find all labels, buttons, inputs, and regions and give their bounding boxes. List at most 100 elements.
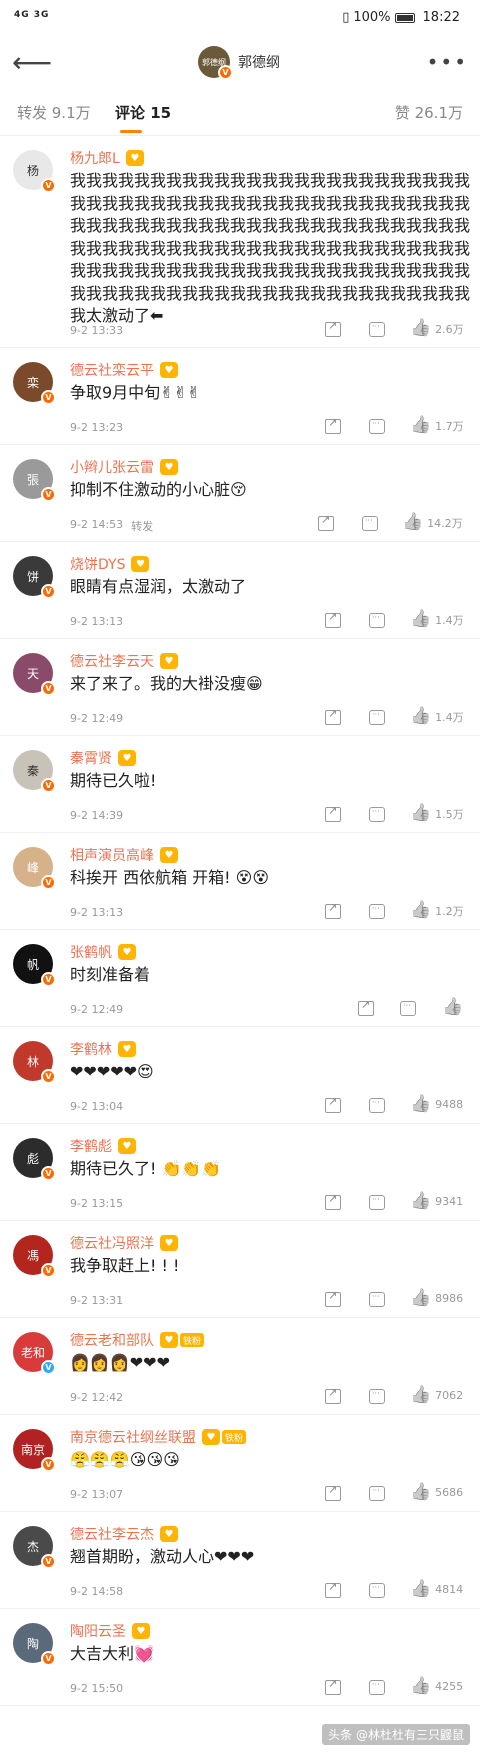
comment-item[interactable]: 陶V 陶阳云圣 ♥ 大吉大利💓 9-2 15:50 👍4255 bbox=[0, 1609, 480, 1706]
like-button[interactable]: 👍 1.7万 bbox=[410, 417, 464, 434]
avatar[interactable]: 張V bbox=[13, 459, 56, 502]
tab-comment[interactable]: 评论 15 bbox=[115, 102, 171, 123]
comment-item[interactable]: 秦V 秦霄贤 ♥ 期待已久啦! 9-2 14:39 👍1.5万 bbox=[0, 736, 480, 833]
comment-author[interactable]: 陶阳云圣 bbox=[70, 1621, 126, 1641]
avatar[interactable]: 馮V bbox=[13, 1235, 56, 1278]
avatar[interactable]: 栾V bbox=[13, 362, 56, 405]
like-button[interactable]: 👍 8986 bbox=[410, 1290, 463, 1307]
share-button[interactable] bbox=[325, 707, 341, 725]
comment-item[interactable]: 栾V 德云社栾云平 ♥ 争取9月中旬✌✌✌ 9-2 13:23 👍1.7万 bbox=[0, 348, 480, 445]
comment-author[interactable]: 秦霄贤 bbox=[70, 748, 112, 768]
more-icon[interactable]: ••• bbox=[427, 50, 468, 74]
back-arrow-icon[interactable]: ⟵ bbox=[12, 46, 52, 80]
comment-author[interactable]: 张鹤帆 bbox=[70, 942, 112, 962]
avatar[interactable]: 彪V bbox=[13, 1138, 56, 1181]
comment-item[interactable]: 帆V 张鹤帆 ♥ 时刻准备着 9-2 12:49 👍 bbox=[0, 930, 480, 1027]
share-button[interactable] bbox=[325, 319, 341, 337]
reply-button[interactable] bbox=[369, 1098, 385, 1113]
share-button[interactable] bbox=[358, 998, 374, 1016]
reply-button[interactable] bbox=[400, 1001, 416, 1016]
reply-button[interactable] bbox=[369, 807, 385, 822]
avatar[interactable]: 陶V bbox=[13, 1623, 56, 1666]
avatar[interactable]: 郭德纲 V bbox=[198, 46, 233, 80]
share-button[interactable] bbox=[325, 804, 341, 822]
comment-item[interactable]: 峰V 相声演员高峰 ♥ 科挨开 西依航箱 开箱! 😵😵 9-2 13:13 👍1.2万 bbox=[0, 833, 480, 930]
reply-button[interactable] bbox=[369, 613, 385, 628]
avatar[interactable]: 天V bbox=[13, 653, 56, 696]
like-button[interactable]: 👍 9341 bbox=[410, 1193, 463, 1210]
like-button[interactable]: 👍 5686 bbox=[410, 1484, 463, 1501]
repost-label[interactable]: 转发 bbox=[131, 518, 153, 534]
reply-button[interactable] bbox=[369, 1389, 385, 1404]
like-button[interactable]: 👍 9488 bbox=[410, 1096, 463, 1113]
share-button[interactable] bbox=[325, 1580, 341, 1598]
share-button[interactable] bbox=[325, 1386, 341, 1404]
comment-item[interactable]: 林V 李鹤林 ♥ ❤❤❤❤❤😍 9-2 13:04 👍9488 bbox=[0, 1027, 480, 1124]
reply-button[interactable] bbox=[369, 710, 385, 725]
comment-author[interactable]: 小辫儿张云雷 bbox=[70, 457, 154, 477]
comment-author[interactable]: 德云社冯照洋 bbox=[70, 1233, 154, 1253]
comment-author[interactable]: 德云老和部队 bbox=[70, 1330, 154, 1350]
like-button[interactable]: 👍 1.2万 bbox=[410, 902, 464, 919]
avatar[interactable]: 杨V bbox=[13, 150, 56, 193]
comment-icon bbox=[369, 1583, 385, 1598]
comment-author[interactable]: 杨九郎L bbox=[70, 148, 120, 168]
tab-like[interactable]: 赞 26.1万 bbox=[395, 102, 463, 123]
comment-author[interactable]: 南京德云社纲丝联盟 bbox=[70, 1427, 196, 1447]
comment-item[interactable]: 杨 V 杨九郎L ♥ 我我我我我我我我我我我我我我我我我我我我我我我我我我我我我我我我我… bbox=[0, 136, 480, 348]
comment-author[interactable]: 德云社李云天 bbox=[70, 651, 154, 671]
comment-item[interactable]: 張V 小辫儿张云雷 ♥ 抑制不住激动的小心脏😚 9-2 14:53 转发 👍14.2万 bbox=[0, 445, 480, 542]
tab-repost[interactable]: 转发 9.1万 bbox=[17, 102, 91, 123]
reply-button[interactable] bbox=[369, 1292, 385, 1307]
share-button[interactable] bbox=[325, 416, 341, 434]
like-button[interactable]: 👍 7062 bbox=[410, 1387, 463, 1404]
share-button[interactable] bbox=[325, 1095, 341, 1113]
comment-item[interactable]: 南京V 南京德云社纲丝联盟 ♥铁粉 😤😤😤😘😘😘 9-2 13:07 👍5686 bbox=[0, 1415, 480, 1512]
comment-item[interactable]: 天V 德云社李云天 ♥ 来了来了。我的大褂没瘦😁 9-2 12:49 👍1.4万 bbox=[0, 639, 480, 736]
reply-button[interactable] bbox=[369, 904, 385, 919]
share-button[interactable] bbox=[325, 610, 341, 628]
avatar[interactable]: 帆V bbox=[13, 944, 56, 987]
share-button[interactable] bbox=[325, 1677, 341, 1695]
like-button[interactable]: 👍 1.5万 bbox=[410, 805, 464, 822]
comment-author[interactable]: 德云社李云杰 bbox=[70, 1524, 154, 1544]
like-button[interactable]: 👍 4255 bbox=[410, 1678, 463, 1695]
like-button[interactable]: 👍 1.4万 bbox=[410, 708, 464, 725]
comment-item[interactable]: 饼V 烧饼DYS ♥ 眼睛有点湿润，太激动了 9-2 13:13 👍1.4万 bbox=[0, 542, 480, 639]
comment-item[interactable]: 馮V 德云社冯照洋 ♥ 我争取赶上! ! ! 9-2 13:31 👍8986 bbox=[0, 1221, 480, 1318]
avatar[interactable]: 秦V bbox=[13, 750, 56, 793]
like-button[interactable]: 👍 4814 bbox=[410, 1581, 463, 1598]
comment-item[interactable]: 杰V 德云社李云杰 ♥ 翘首期盼，激动人心❤❤❤ 9-2 14:58 👍4814 bbox=[0, 1512, 480, 1609]
avatar[interactable]: 老和 V bbox=[13, 1332, 56, 1375]
like-button[interactable]: 👍 bbox=[442, 999, 463, 1016]
comment-item[interactable]: 老和V 德云老和部队 ♥铁粉 👩👩👩❤❤❤ 9-2 12:42 👍7062 bbox=[0, 1318, 480, 1415]
reply-button[interactable] bbox=[369, 1583, 385, 1598]
comment-item[interactable]: 彪V 李鹤彪 ♥ 期待已久了! 👏👏👏 9-2 13:15 👍9341 bbox=[0, 1124, 480, 1221]
comment-author[interactable]: 相声演员高峰 bbox=[70, 845, 154, 865]
reply-button[interactable] bbox=[369, 1195, 385, 1210]
nav-user[interactable]: 郭德纲 V 郭德纲 bbox=[198, 46, 280, 80]
share-button[interactable] bbox=[325, 901, 341, 919]
reply-button[interactable] bbox=[362, 516, 378, 531]
reply-button[interactable] bbox=[369, 322, 385, 337]
reply-button[interactable] bbox=[369, 1680, 385, 1695]
comment-author[interactable]: 李鹤彪 bbox=[70, 1136, 112, 1156]
like-button[interactable]: 👍 14.2万 bbox=[402, 514, 463, 531]
share-button[interactable] bbox=[325, 1192, 341, 1210]
reply-button[interactable] bbox=[369, 419, 385, 434]
avatar[interactable]: 饼V bbox=[13, 556, 56, 599]
comment-author[interactable]: 德云社栾云平 bbox=[70, 360, 154, 380]
share-button[interactable] bbox=[318, 513, 334, 531]
share-button[interactable] bbox=[325, 1483, 341, 1501]
reply-button[interactable] bbox=[369, 1486, 385, 1501]
avatar[interactable]: 林V bbox=[13, 1041, 56, 1084]
like-button[interactable]: 👍 1.4万 bbox=[410, 611, 464, 628]
avatar[interactable]: 峰V bbox=[13, 847, 56, 890]
avatar[interactable]: 南京 V bbox=[13, 1429, 56, 1472]
like-button[interactable]: 👍 2.6万 bbox=[410, 320, 464, 337]
comment-author[interactable]: 李鹤林 bbox=[70, 1039, 112, 1059]
share-button[interactable] bbox=[325, 1289, 341, 1307]
comment-author[interactable]: 烧饼DYS bbox=[70, 554, 125, 574]
share-icon bbox=[325, 1580, 341, 1598]
avatar[interactable]: 杰V bbox=[13, 1526, 56, 1569]
